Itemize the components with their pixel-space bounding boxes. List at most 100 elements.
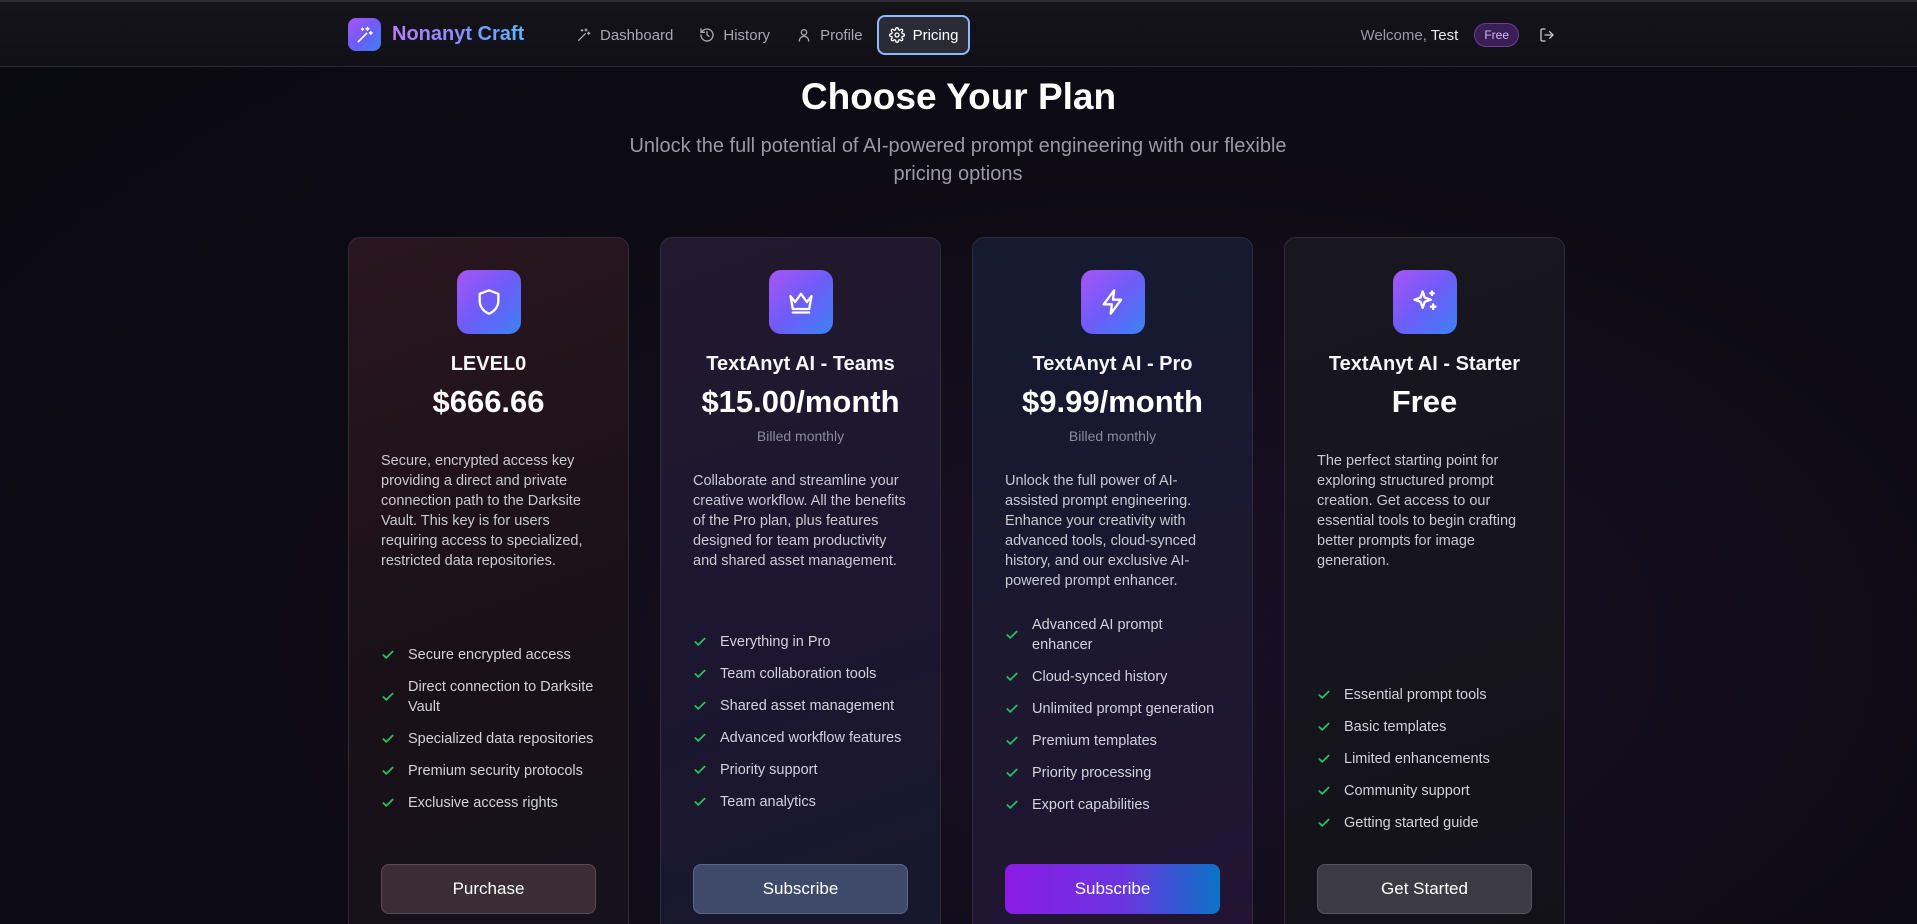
check-icon <box>1318 690 1330 699</box>
feature-item: Premium templates <box>1005 731 1223 751</box>
feature-item: Secure encrypted access <box>381 645 599 665</box>
check-icon <box>694 701 706 710</box>
feature-list: Everything in Pro Team collaboration too… <box>693 632 911 824</box>
check-icon <box>382 734 394 743</box>
plan-price: $666.66 <box>432 384 545 419</box>
feature-item: Shared asset management <box>693 696 911 716</box>
feature-item: Everything in Pro <box>693 632 911 652</box>
purchase-button[interactable]: Purchase <box>381 864 596 914</box>
user-name: Test <box>1430 26 1459 44</box>
gear-icon <box>888 27 905 43</box>
nav-item-profile[interactable]: Profile <box>784 15 875 55</box>
plan-name: TextAnyt AI - Pro <box>1032 353 1193 375</box>
sparkles-icon <box>1393 270 1457 334</box>
user-area: Welcome, Test Free <box>1360 23 1555 47</box>
feature-item: Priority processing <box>1005 763 1223 783</box>
page-title: Choose Your Plan <box>800 76 1117 117</box>
plan-badge: Free <box>1474 23 1519 47</box>
check-icon <box>382 692 394 701</box>
billing-note: Billed monthly <box>756 428 845 444</box>
lightning-icon <box>1081 270 1145 334</box>
check-icon <box>694 765 706 774</box>
plan-name: LEVEL0 <box>450 353 527 375</box>
check-icon <box>1318 754 1330 763</box>
plan-price: $9.99/month <box>1022 384 1203 419</box>
nav-label: Dashboard <box>600 26 674 44</box>
plan-card-teams: TextAnyt AI - Teams $15.00/month Billed … <box>660 237 941 924</box>
plan-description: The perfect starting point for exploring… <box>1317 453 1517 569</box>
plan-description: Unlock the full power of AI-assisted pro… <box>1005 473 1197 589</box>
plan-name: TextAnyt AI - Teams <box>706 353 895 375</box>
check-icon <box>382 650 394 659</box>
check-icon <box>382 798 394 807</box>
main-nav: Dashboard History Profile Pricing <box>564 15 972 55</box>
nav-label: Pricing <box>912 26 959 44</box>
plan-description: Secure, encrypted access key providing a… <box>381 453 583 569</box>
check-icon <box>694 797 706 806</box>
feature-list: Secure encrypted access Direct connectio… <box>381 645 599 825</box>
sparkles-icon <box>578 28 591 41</box>
feature-item: Limited enhancements <box>1317 749 1535 769</box>
nav-label: Profile <box>820 26 863 44</box>
feature-item: Essential prompt tools <box>1317 685 1535 705</box>
history-icon <box>700 28 715 42</box>
feature-item: Team collaboration tools <box>693 664 911 684</box>
feature-item: Direct connection to Darksite Vault <box>381 677 599 717</box>
top-navbar: Nonanyt Craft Dashboard History Profile … <box>0 0 1917 67</box>
plan-description: Collaborate and streamline your creative… <box>693 473 906 569</box>
feature-list: Essential prompt tools Basic templates L… <box>1317 685 1535 845</box>
feature-item: Getting started guide <box>1317 813 1535 833</box>
welcome-text: Welcome, Test <box>1360 27 1458 44</box>
nav-item-history[interactable]: History <box>687 15 782 55</box>
plan-card-starter: TextAnyt AI - Starter Free The perfect s… <box>1284 237 1565 924</box>
feature-item: Basic templates <box>1317 717 1535 737</box>
brand[interactable]: Nonanyt Craft <box>348 18 524 51</box>
brand-name: Nonanyt Craft <box>392 23 525 45</box>
feature-item: Exclusive access rights <box>381 793 599 813</box>
check-icon <box>1006 736 1018 745</box>
welcome-prefix: Welcome, <box>1360 26 1427 44</box>
nav-item-pricing[interactable]: Pricing <box>876 15 971 55</box>
check-icon <box>694 637 706 646</box>
plan-card-level0: LEVEL0 $666.66 Secure, encrypted access … <box>348 237 629 924</box>
subscribe-teams-button[interactable]: Subscribe <box>693 864 908 914</box>
subscribe-pro-button[interactable]: Subscribe <box>1005 864 1220 914</box>
feature-item: Premium security protocols <box>381 761 599 781</box>
feature-item: Team analytics <box>693 792 911 812</box>
nav-item-dashboard[interactable]: Dashboard <box>564 15 685 55</box>
check-icon <box>1318 722 1330 731</box>
plan-price: $15.00/month <box>701 384 900 419</box>
page-subtitle: Unlock the full potential of AI-powered … <box>629 135 1287 185</box>
crown-icon <box>769 270 833 334</box>
billing-note: Billed monthly <box>1068 428 1157 444</box>
check-icon <box>1006 768 1018 777</box>
plan-card-pro: TextAnyt AI - Pro $9.99/month Billed mon… <box>972 237 1253 924</box>
check-icon <box>1006 800 1018 809</box>
sparkles-icon <box>348 18 381 51</box>
check-icon <box>382 766 394 775</box>
check-icon <box>1006 704 1018 713</box>
feature-list: Advanced AI prompt enhancer Cloud-synced… <box>1005 615 1223 827</box>
feature-item: Unlimited prompt generation <box>1005 699 1223 719</box>
feature-item: Specialized data repositories <box>381 729 599 749</box>
shield-icon <box>457 270 521 334</box>
check-icon <box>1318 818 1330 827</box>
check-icon <box>1006 672 1018 681</box>
feature-item: Cloud-synced history <box>1005 667 1223 687</box>
plan-name: TextAnyt AI - Starter <box>1328 353 1521 375</box>
feature-item: Priority support <box>693 760 911 780</box>
check-icon <box>694 669 706 678</box>
logout-icon <box>1540 28 1554 42</box>
check-icon <box>694 733 706 742</box>
check-icon <box>1006 630 1018 639</box>
feature-item: Community support <box>1317 781 1535 801</box>
logout-button[interactable] <box>1539 27 1555 43</box>
user-icon <box>798 29 810 42</box>
nav-label: History <box>723 26 771 44</box>
plan-price: Free <box>1391 384 1458 419</box>
check-icon <box>1318 786 1330 795</box>
feature-item: Export capabilities <box>1005 795 1223 815</box>
feature-item: Advanced workflow features <box>693 728 911 748</box>
feature-item: Advanced AI prompt enhancer <box>1005 615 1223 655</box>
get-started-button[interactable]: Get Started <box>1317 864 1532 914</box>
